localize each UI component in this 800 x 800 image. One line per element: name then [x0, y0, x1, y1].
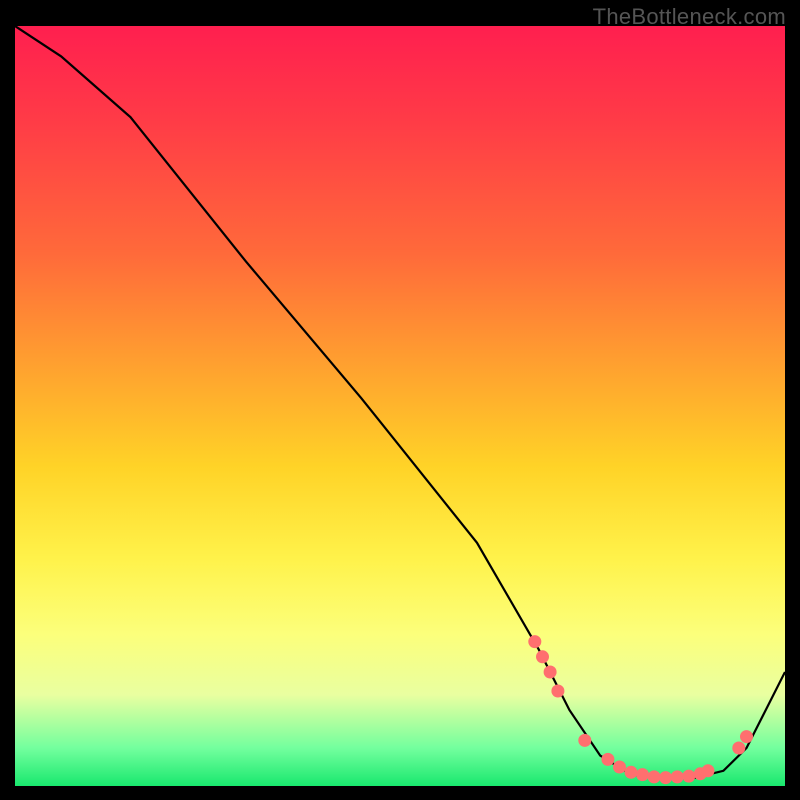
marker-dot	[528, 635, 541, 648]
curve-svg	[15, 26, 785, 786]
marker-dot	[732, 742, 745, 755]
marker-dot	[536, 650, 549, 663]
marker-dot	[648, 770, 661, 783]
watermark-text: TheBottleneck.com	[593, 4, 786, 30]
curve-line	[15, 26, 785, 778]
marker-group	[528, 635, 753, 784]
marker-dot	[694, 767, 707, 780]
marker-dot	[740, 730, 753, 743]
marker-dot	[578, 734, 591, 747]
marker-dot	[636, 768, 649, 781]
marker-dot	[551, 685, 564, 698]
marker-dot	[671, 770, 684, 783]
marker-dot	[702, 764, 715, 777]
chart-container: TheBottleneck.com	[0, 0, 800, 800]
marker-dot	[613, 761, 626, 774]
marker-dot	[544, 666, 557, 679]
marker-dot	[659, 771, 672, 784]
marker-dot	[625, 766, 638, 779]
marker-dot	[601, 753, 614, 766]
marker-dot	[682, 770, 695, 783]
plot-area	[15, 26, 785, 786]
